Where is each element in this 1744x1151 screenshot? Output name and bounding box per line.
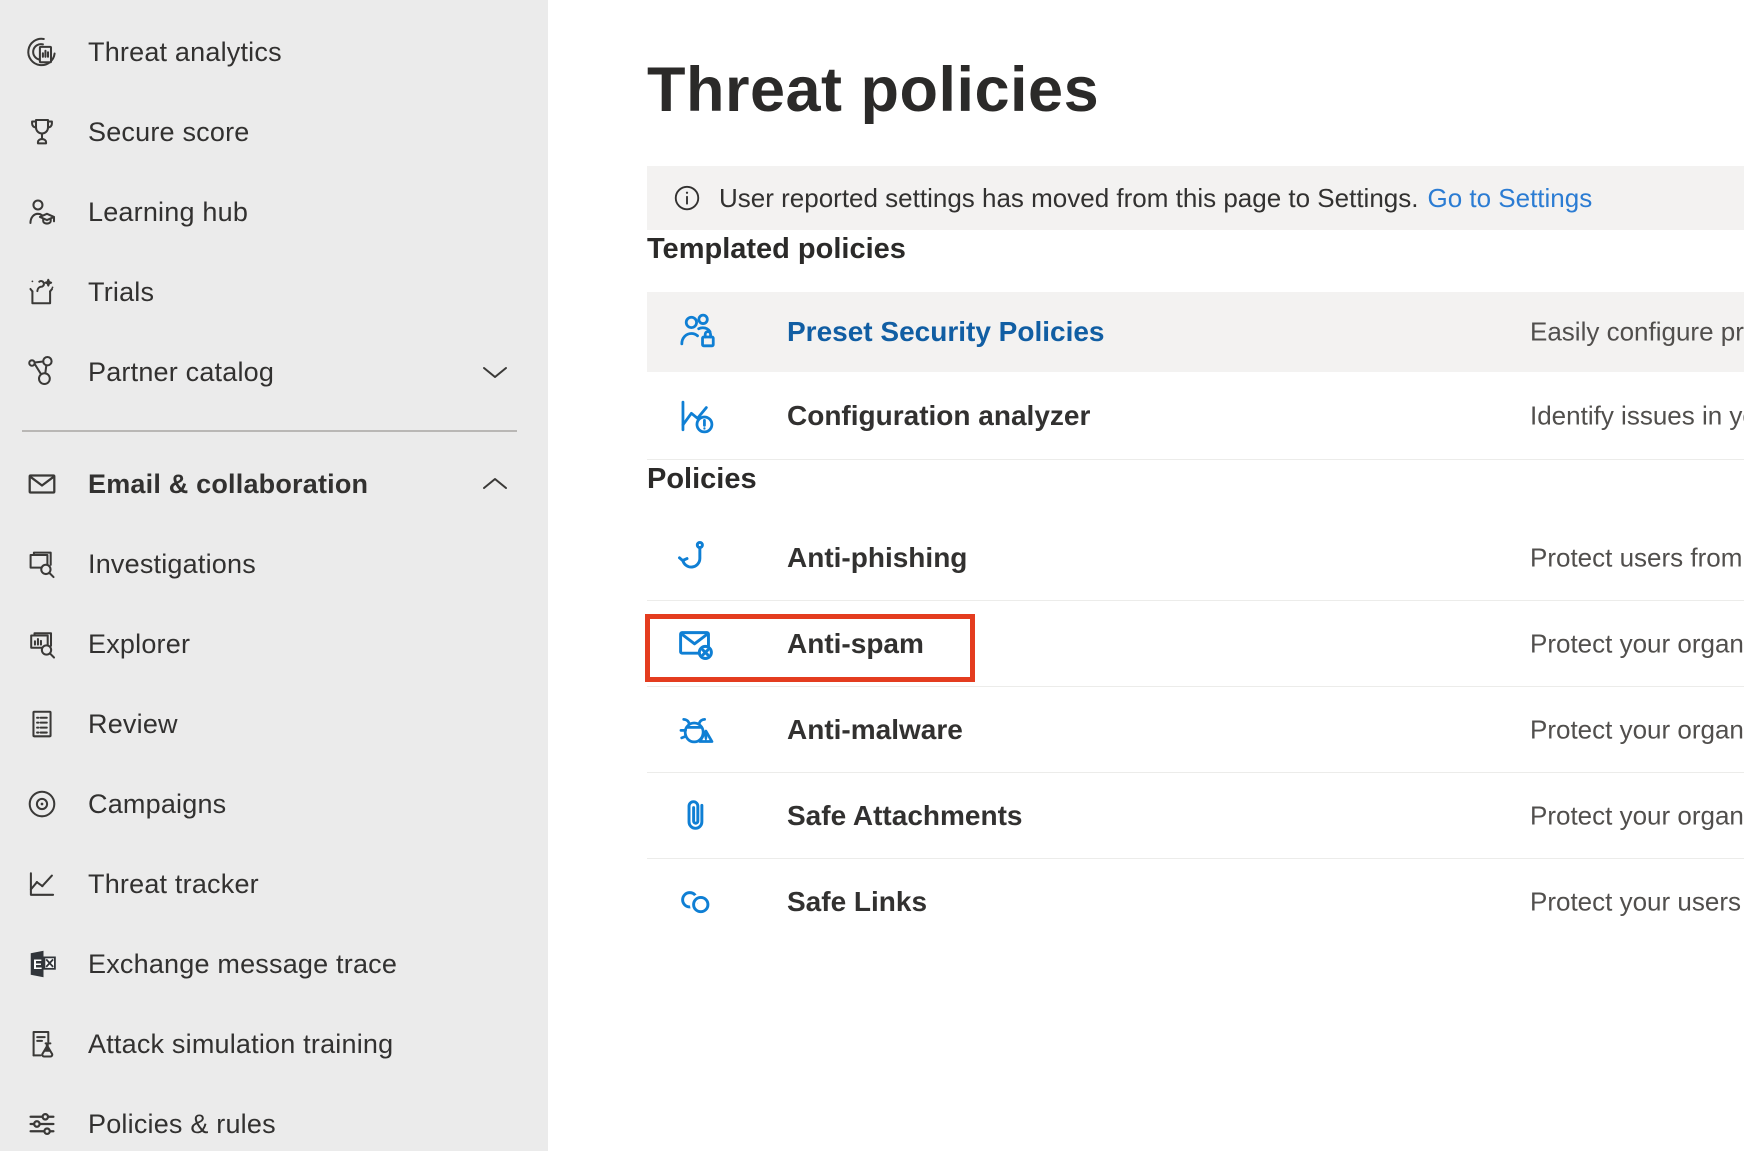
row-description: Protect users from p (1530, 542, 1744, 573)
partner-catalog-icon (22, 352, 62, 392)
sidebar-item-investigations[interactable]: Investigations (0, 524, 548, 604)
row-description: Protect your organiz (1530, 714, 1744, 745)
row-safe-links[interactable]: Safe Links Protect your users fr (647, 859, 1744, 945)
svg-text:E: E (33, 957, 42, 972)
sidebar-item-threat-tracker[interactable]: Threat tracker (0, 844, 548, 924)
row-description: Easily configure prot (1530, 317, 1744, 348)
attack-simulation-icon (22, 1024, 62, 1064)
explorer-icon (22, 624, 62, 664)
row-anti-malware[interactable]: Anti-malware Protect your organiz (647, 687, 1744, 773)
sidebar-item-learning-hub[interactable]: Learning hub (0, 172, 548, 252)
preset-security-policies-icon (673, 309, 719, 355)
anti-spam-icon (673, 621, 719, 667)
sidebar-item-partner-catalog[interactable]: Partner catalog (0, 332, 548, 412)
sidebar-item-threat-analytics[interactable]: Threat analytics (0, 12, 548, 92)
sidebar-item-label: Partner catalog (88, 357, 274, 388)
row-configuration-analyzer[interactable]: Configuration analyzer Identify issues i… (647, 372, 1744, 460)
row-label: Preset Security Policies (787, 316, 1105, 348)
learning-hub-icon (22, 192, 62, 232)
sidebar-item-label: Trials (88, 277, 154, 308)
policies-rules-icon (22, 1104, 62, 1144)
row-description: Protect your users fr (1530, 887, 1744, 918)
row-safe-attachments[interactable]: Safe Attachments Protect your organiz (647, 773, 1744, 859)
sidebar-item-label: Secure score (88, 117, 249, 148)
row-preset-security-policies[interactable]: Preset Security Policies Easily configur… (647, 292, 1744, 372)
safe-attachments-icon (673, 793, 719, 839)
sidebar-item-label: Threat analytics (88, 37, 282, 68)
page-title: Threat policies (647, 48, 1744, 132)
threat-analytics-icon (22, 32, 62, 72)
info-icon (672, 183, 702, 213)
sidebar-item-label: Policies & rules (88, 1109, 276, 1140)
templated-policies-heading: Templated policies (647, 230, 1744, 268)
trials-icon (22, 272, 62, 312)
sidebar-item-campaigns[interactable]: Campaigns (0, 764, 548, 844)
row-label: Anti-spam (787, 628, 924, 660)
templated-policies-list: Preset Security Policies Easily configur… (647, 292, 1744, 460)
row-anti-phishing[interactable]: Anti-phishing Protect users from p (647, 515, 1744, 601)
sidebar-item-attack-simulation-training[interactable]: Attack simulation training (0, 1004, 548, 1084)
info-banner: User reported settings has moved from th… (647, 166, 1744, 230)
row-label: Anti-malware (787, 714, 963, 746)
sidebar-nav: Threat analytics Secure score (0, 0, 548, 1151)
row-label: Safe Links (787, 886, 927, 918)
row-label: Configuration analyzer (787, 400, 1090, 432)
go-to-settings-link[interactable]: Go to Settings (1427, 183, 1592, 214)
sidebar-item-label: Investigations (88, 549, 256, 580)
row-label: Anti-phishing (787, 542, 967, 574)
banner-text: User reported settings has moved from th… (719, 183, 1418, 214)
policies-heading: Policies (647, 460, 1744, 498)
sidebar-item-label: Learning hub (88, 197, 248, 228)
row-description: Protect your organiz (1530, 800, 1744, 831)
sidebar-section-email-collaboration[interactable]: Email & collaboration (0, 444, 548, 524)
row-label: Safe Attachments (787, 800, 1022, 832)
anti-phishing-icon (673, 535, 719, 581)
sidebar-divider (22, 430, 517, 432)
sidebar-item-label: Campaigns (88, 789, 226, 820)
investigations-icon (22, 544, 62, 584)
sidebar-item-secure-score[interactable]: Secure score (0, 92, 548, 172)
sidebar-item-trials[interactable]: Trials (0, 252, 548, 332)
sidebar-item-label: Review (88, 709, 178, 740)
email-icon (22, 464, 62, 504)
sidebar-item-label: Exchange message trace (88, 949, 397, 980)
security-portal-app: Threat analytics Secure score (0, 0, 1744, 1151)
campaigns-icon (22, 784, 62, 824)
sidebar-item-label: Attack simulation training (88, 1029, 393, 1060)
sidebar-item-label: Threat tracker (88, 869, 259, 900)
review-icon (22, 704, 62, 744)
sidebar-item-label: Explorer (88, 629, 190, 660)
row-description: Identify issues in you (1530, 400, 1744, 431)
anti-malware-icon (673, 707, 719, 753)
policies-list: Anti-phishing Protect users from p Anti-… (647, 515, 1744, 945)
sidebar-item-policies-rules[interactable]: Policies & rules (0, 1084, 548, 1151)
safe-links-icon (673, 879, 719, 925)
row-description: Protect your organiz (1530, 628, 1744, 659)
sidebar-section-label: Email & collaboration (88, 469, 368, 500)
configuration-analyzer-icon (673, 393, 719, 439)
chevron-up-icon (480, 475, 510, 493)
sidebar-item-explorer[interactable]: Explorer (0, 604, 548, 684)
chevron-down-icon (480, 363, 510, 381)
threat-tracker-icon (22, 864, 62, 904)
sidebar-item-review[interactable]: Review (0, 684, 548, 764)
secure-score-icon (22, 112, 62, 152)
main-content: Threat policies User reported settings h… (548, 0, 1744, 1151)
row-anti-spam[interactable]: Anti-spam Protect your organiz (647, 601, 1744, 687)
sidebar-item-exchange-message-trace[interactable]: E Exchange message trace (0, 924, 548, 1004)
exchange-icon: E (22, 944, 62, 984)
